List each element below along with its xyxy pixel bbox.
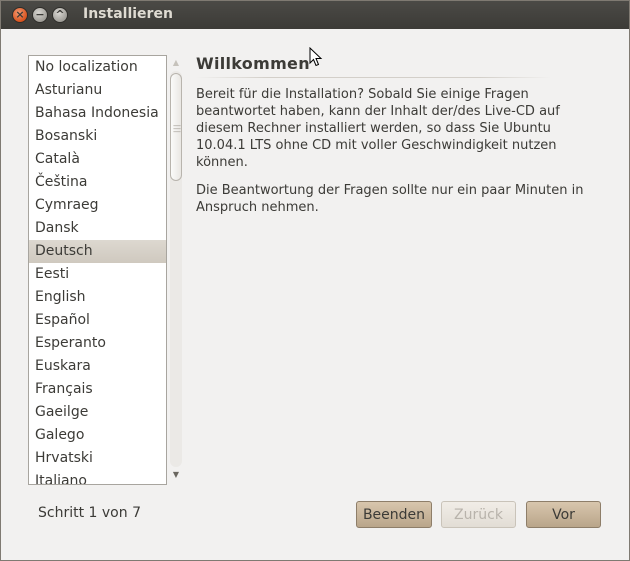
language-item[interactable]: Galego bbox=[29, 424, 166, 447]
language-item[interactable]: English bbox=[29, 286, 166, 309]
language-list[interactable]: No localization Asturianu Bahasa Indonesia… bbox=[28, 55, 167, 485]
maximize-icon[interactable]: ^ bbox=[52, 7, 68, 23]
language-item[interactable]: Bosanski bbox=[29, 125, 166, 148]
language-item[interactable]: Asturianu bbox=[29, 79, 166, 102]
language-list-scrollbar[interactable]: ▲ — — — ▼ bbox=[168, 55, 184, 485]
window-title: Installieren bbox=[83, 6, 173, 22]
language-item[interactable]: Hrvatski bbox=[29, 447, 166, 470]
next-button[interactable]: Vor bbox=[526, 501, 601, 528]
language-item[interactable]: Eesti bbox=[29, 263, 166, 286]
language-item[interactable]: Español bbox=[29, 309, 166, 332]
language-item[interactable]: Bahasa Indonesia bbox=[29, 102, 166, 125]
close-icon[interactable]: × bbox=[12, 7, 28, 23]
language-item[interactable]: Dansk bbox=[29, 217, 166, 240]
language-item[interactable]: Italiano bbox=[29, 470, 166, 484]
welcome-panel: Willkommen Bereit für die Installation? … bbox=[196, 51, 596, 227]
back-button[interactable]: Zurück bbox=[441, 501, 516, 528]
language-item[interactable]: Català bbox=[29, 148, 166, 171]
language-item[interactable]: Cymraeg bbox=[29, 194, 166, 217]
quit-button[interactable]: Beenden bbox=[356, 501, 432, 528]
step-indicator: Schritt 1 von 7 bbox=[38, 505, 141, 521]
language-item[interactable]: Euskara bbox=[29, 355, 166, 378]
title-divider bbox=[196, 77, 551, 78]
grip-icon: — — — bbox=[173, 121, 181, 136]
minimize-icon[interactable]: − bbox=[32, 7, 48, 23]
welcome-paragraph-2: Die Beantwortung der Fragen sollte nur e… bbox=[196, 183, 584, 215]
scrollbar-thumb[interactable]: — — — bbox=[170, 73, 182, 181]
language-item[interactable]: Gaeilge bbox=[29, 401, 166, 424]
mouse-pointer-icon bbox=[309, 47, 323, 67]
chevron-down-icon[interactable]: ▼ bbox=[171, 470, 181, 480]
chevron-up-icon[interactable]: ▲ bbox=[171, 58, 181, 68]
page-title: Willkommen bbox=[196, 54, 310, 73]
language-item[interactable]: Čeština bbox=[29, 171, 166, 194]
language-item[interactable]: Français bbox=[29, 378, 166, 401]
title-bar[interactable]: × − ^ Installieren bbox=[1, 1, 629, 29]
language-item[interactable]: Esperanto bbox=[29, 332, 166, 355]
language-item-selected[interactable]: Deutsch bbox=[29, 240, 166, 263]
language-item[interactable]: No localization bbox=[29, 56, 166, 79]
welcome-paragraph-1: Bereit für die Installation? Sobald Sie … bbox=[196, 87, 560, 170]
installer-window: × − ^ Installieren No localization Asturi… bbox=[0, 0, 630, 561]
